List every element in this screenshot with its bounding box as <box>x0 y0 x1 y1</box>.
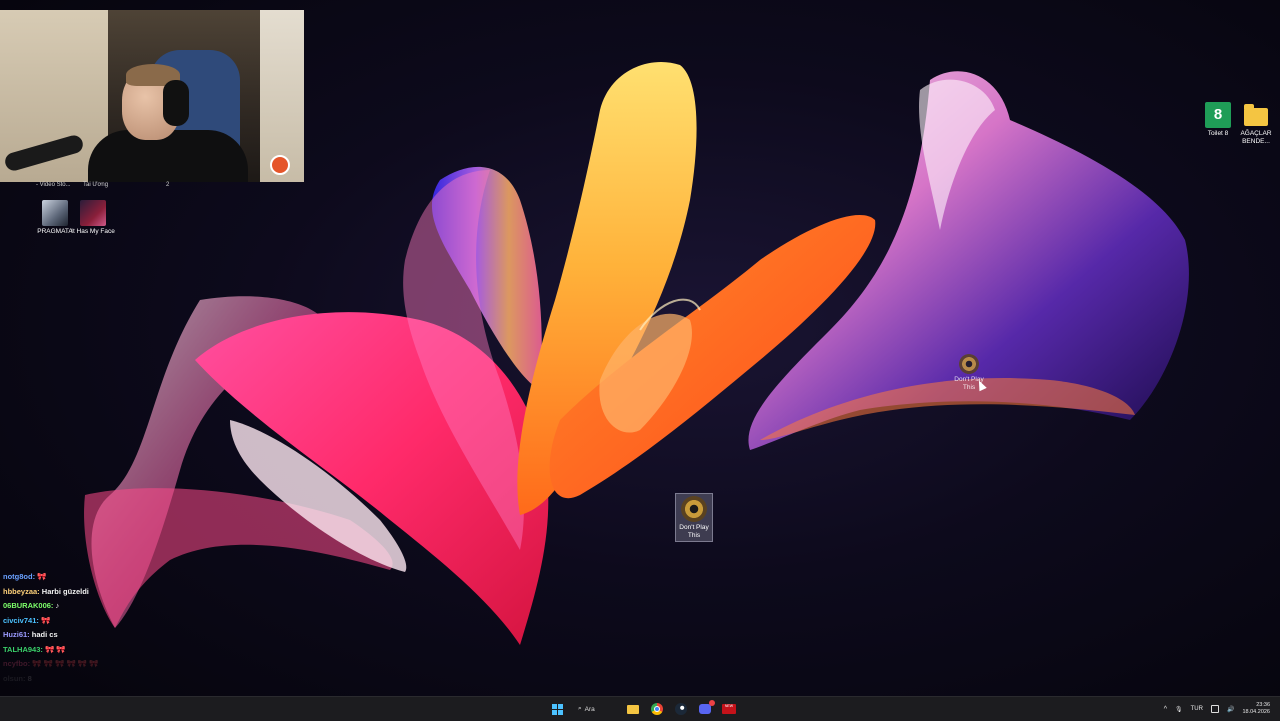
chat-message: 🎀 🎀 🎀 🎀 🎀 🎀 <box>32 659 99 668</box>
chat-user: 06BURAK006: <box>3 601 54 610</box>
game-icon <box>80 200 106 226</box>
toilet-8-icon: 8 <box>1205 102 1231 128</box>
start-button[interactable] <box>548 700 566 718</box>
folder-icon <box>1244 104 1268 126</box>
chat-line: olsun: 8 <box>3 672 133 687</box>
desktop-icon-label: Toilet 8 <box>1207 130 1229 137</box>
chat-message: 8 <box>27 673 32 683</box>
webcam-caption-row: - Video Sto... Tai Ương 2 <box>0 182 304 192</box>
chat-line: 06BURAK006: ♪ <box>3 599 133 614</box>
windows-start-icon <box>551 703 563 715</box>
red-app-icon: NEW <box>722 704 736 714</box>
chat-line: TALHA943: 🎀 🎀 <box>3 643 133 658</box>
taskbar-apps: ⌕ Ara NEW <box>548 697 738 721</box>
taskbar: ⌕ Ara NEW ^ 🎙 TUR 🔊 23:36 18.04.2026 <box>0 696 1280 721</box>
chat-message: 🎀 <box>40 615 51 625</box>
eye-icon <box>959 354 979 374</box>
clock-date: 18.04.2026 <box>1242 709 1270 715</box>
chat-user: civciv741: <box>3 615 39 625</box>
system-tray: ^ 🎙 TUR 🔊 23:36 18.04.2026 <box>1164 697 1270 721</box>
pragmata-icon <box>42 200 68 226</box>
chrome-icon <box>651 703 663 715</box>
chat-message: 🎀 <box>37 572 47 581</box>
webcam-overlay <box>0 10 304 182</box>
stream-chat: notg8od: 🎀 hbbeyzaa: Harbi güzeldi 06BUR… <box>3 570 133 686</box>
caption-item: Tai Ương <box>83 182 109 188</box>
clock-time: 23:36 <box>1256 702 1270 708</box>
chat-line: notg8od: 🎀 <box>3 570 133 585</box>
taskbar-steam[interactable] <box>672 700 690 718</box>
folder-icon-wrapper <box>1243 102 1269 128</box>
notification-badge <box>709 700 715 706</box>
desktop-icon-agaclar-folder[interactable]: AĞAÇLAR BENDE... <box>1232 102 1280 145</box>
desktop-icon-label: AĞAÇLAR BENDE... <box>1240 130 1272 145</box>
chat-message: ♪ <box>55 601 60 610</box>
chat-user: ncyfbo: <box>3 659 31 668</box>
file-explorer-icon <box>627 704 639 714</box>
language-indicator[interactable]: TUR <box>1191 706 1203 712</box>
volume-icon[interactable]: 🔊 <box>1227 706 1234 713</box>
taskbar-search[interactable]: ⌕ Ara <box>572 701 618 717</box>
desktop-icon-label: It Has My Face <box>71 228 115 235</box>
tray-overflow-chevron-icon[interactable]: ^ <box>1164 706 1167 713</box>
chat-message: 🎀 🎀 <box>44 644 66 654</box>
desktop-icon-it-has-my-face[interactable]: It Has My Face <box>69 200 117 236</box>
collectible-figure <box>270 155 290 175</box>
taskbar-chrome[interactable] <box>648 700 666 718</box>
chat-line: civciv741: 🎀 <box>3 614 133 629</box>
network-icon[interactable] <box>1210 705 1219 713</box>
search-icon: ⌕ <box>578 705 582 712</box>
chat-line: ncyfbo: 🎀 🎀 🎀 🎀 🎀 🎀 <box>3 657 133 672</box>
discord-icon <box>699 700 715 714</box>
desktop-icon-dont-play-this[interactable]: Don't Play This <box>675 493 713 542</box>
streamer-body <box>88 130 248 182</box>
caption-item: 2 <box>166 182 170 188</box>
steam-icon <box>675 703 687 715</box>
chat-line: Huzi61: hadi cs <box>3 628 133 643</box>
chat-user: TALHA943: <box>3 644 43 654</box>
taskbar-red-app[interactable]: NEW <box>720 700 738 718</box>
chat-user: hbbeyzaa: <box>3 586 40 596</box>
desktop-icon-label: PRAGMATA <box>37 228 73 235</box>
caption-item: - Video Sto... <box>36 182 71 188</box>
chat-message: hadi cs <box>31 630 58 639</box>
eye-icon <box>681 496 707 522</box>
headset <box>163 80 189 126</box>
taskbar-discord[interactable] <box>696 700 715 718</box>
chat-user: olsun: <box>3 673 26 683</box>
chat-message: Harbi güzeldi <box>41 586 89 596</box>
microphone-icon[interactable]: 🎙 <box>1175 706 1183 713</box>
clock[interactable]: 23:36 18.04.2026 <box>1242 702 1270 716</box>
desktop-icon-label: Don't Play This <box>679 524 709 539</box>
chat-user: notg8od: <box>3 572 36 581</box>
search-label: Ara <box>584 705 595 713</box>
chat-line: hbbeyzaa: Harbi güzeldi <box>3 585 133 600</box>
taskbar-file-explorer[interactable] <box>624 700 642 718</box>
chat-user: Huzi61: <box>3 630 30 639</box>
